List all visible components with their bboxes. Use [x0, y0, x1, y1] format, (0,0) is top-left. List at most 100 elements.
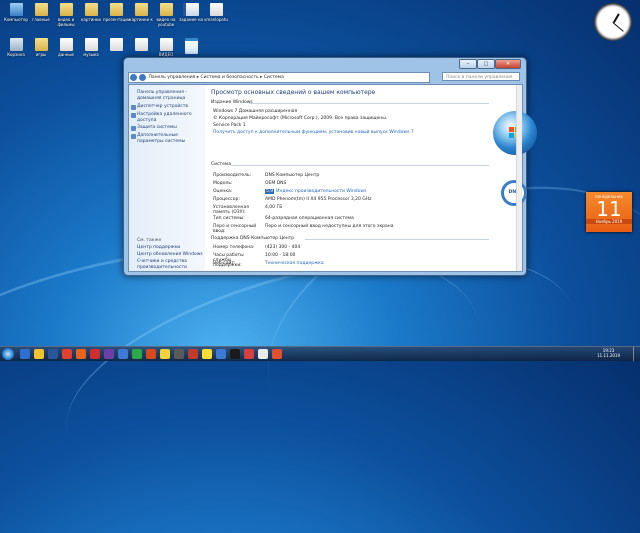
recycle-bin-icon — [9, 38, 23, 51]
forward-arrow-icon[interactable] — [139, 74, 146, 81]
desktop-icon[interactable]: данные — [53, 38, 79, 57]
taskbar-app-icon[interactable] — [202, 349, 212, 359]
desktop-icon[interactable]: ВИДЕО — [153, 38, 179, 57]
start-button[interactable] — [2, 348, 14, 360]
desktop-icon[interactable]: музыка — [78, 38, 104, 57]
system-value: DNS Компьютер Центр — [265, 173, 320, 178]
desktop-icon[interactable]: Компьютер — [3, 3, 29, 22]
copyright: © Корпорация Майкрософт (Microsoft Corp.… — [213, 116, 388, 121]
taskbar-app-icon[interactable] — [272, 349, 282, 359]
desktop-icon[interactable]: видео на youtube — [153, 3, 179, 27]
search-input[interactable]: Поиск в панели управления — [442, 72, 520, 81]
desktop-icon[interactable] — [103, 38, 129, 52]
desktop-icon[interactable]: vmanlopatu — [203, 3, 229, 22]
system-heading: Система — [211, 162, 232, 167]
clock-minute-hand — [612, 22, 624, 32]
file-icon — [184, 38, 198, 54]
folder-icon — [159, 3, 173, 16]
desktop-icon-label: данные — [57, 52, 75, 57]
desktop-icon[interactable] — [178, 38, 204, 55]
taskbar-app-icon[interactable] — [188, 349, 198, 359]
see-also-windows-update[interactable]: Центр обновления Windows — [137, 252, 203, 257]
sidebar-item-device-manager[interactable]: Диспетчер устройств — [137, 104, 188, 109]
folder-icon — [34, 3, 48, 16]
divider — [231, 165, 489, 166]
close-button[interactable]: ✕ — [495, 59, 521, 69]
taskbar-app-icon[interactable] — [160, 349, 170, 359]
taskbar-app-icon[interactable] — [216, 349, 226, 359]
sidebar-item-advanced[interactable]: Дополнительные параметры системы — [137, 133, 201, 145]
scrollbar[interactable] — [516, 85, 522, 271]
divider — [249, 103, 489, 104]
desktop-icon[interactable]: презентации — [103, 3, 131, 22]
system-label: Оценка: — [213, 189, 233, 194]
system-value: OEM DNS — [265, 181, 287, 186]
desktop-icon[interactable]: главные — [28, 3, 54, 22]
sidebar-home-link[interactable]: Панель управления - домашняя страница — [137, 90, 201, 102]
show-desktop-button[interactable] — [633, 347, 640, 361]
desktop-icon-label: музыка — [83, 52, 99, 57]
edition-name: Windows 7 Домашняя расширенная — [213, 109, 298, 114]
minimize-button[interactable]: – — [459, 59, 477, 69]
file-icon — [134, 38, 148, 51]
taskbar-app-icon[interactable] — [244, 349, 254, 359]
file-icon — [159, 38, 173, 51]
desktop-icon[interactable]: картинки к — [128, 3, 154, 22]
taskbar-app-icon[interactable] — [146, 349, 156, 359]
system-window: – □ ✕ Панель управления ▸ Система и безо… — [123, 57, 537, 276]
support-value: 10:00 - 18:00 — [265, 253, 296, 258]
desktop-icon-label: Компьютер — [4, 17, 28, 22]
system-value: AMD Phenom(tm) II X4 955 Processor 3,20 … — [265, 197, 372, 202]
system-value: 64-разрядная операционная система — [265, 216, 354, 221]
support-website-link[interactable]: Техническая поддержка — [265, 261, 324, 266]
taskbar-app-icon[interactable] — [104, 349, 114, 359]
see-also-performance[interactable]: Счетчики и средства производительности — [137, 259, 201, 271]
taskbar-app-icon[interactable] — [48, 349, 58, 359]
taskbar-app-icon[interactable] — [230, 349, 240, 359]
breadcrumb[interactable]: Панель управления ▸ Система и безопаснос… — [148, 75, 283, 80]
taskbar-app-icon[interactable] — [258, 349, 268, 359]
back-arrow-icon[interactable] — [130, 74, 137, 81]
tray-clock[interactable]: 19:23 11.11.2019 — [597, 348, 620, 358]
folder-icon — [34, 38, 48, 51]
taskbar-app-icon[interactable] — [174, 349, 184, 359]
performance-index-link[interactable]: 5,9 Индекс производительности Windows — [265, 189, 366, 194]
folder-icon — [134, 3, 148, 16]
rating-badge[interactable]: 5,9 — [265, 189, 275, 194]
desktop-icon[interactable]: картинки — [78, 3, 104, 22]
system-label: Процессор: — [213, 197, 240, 202]
desktop-icon[interactable]: Корзина — [3, 38, 29, 57]
desktop-icon-label: картинки — [81, 17, 101, 22]
tray-date: 11.11.2019 — [597, 353, 620, 358]
desktop-icon-label: видео на youtube — [156, 17, 176, 27]
rating-label[interactable]: Индекс производительности Windows — [276, 189, 366, 194]
support-label: Номер телефона: — [213, 245, 255, 250]
shield-icon — [131, 134, 136, 139]
desktop-icon-label: Корзина — [7, 52, 25, 57]
more-features-link[interactable]: Получить доступ к дополнительным функция… — [213, 130, 414, 135]
folder-icon — [59, 3, 73, 16]
desktop-icon[interactable]: задание на — [178, 3, 204, 22]
maximize-button[interactable]: □ — [477, 59, 495, 69]
taskbar-app-icon[interactable] — [62, 349, 72, 359]
taskbar-app-icon[interactable] — [76, 349, 86, 359]
taskbar-app-icon[interactable] — [118, 349, 128, 359]
see-also-action-center[interactable]: Центр поддержки — [137, 245, 180, 250]
file-icon — [209, 3, 223, 16]
clock-gadget[interactable] — [594, 3, 632, 41]
sidebar-item-remote[interactable]: Настройка удаленного доступа — [137, 112, 201, 124]
address-bar[interactable]: Панель управления ▸ Система и безопаснос… — [128, 72, 430, 83]
computer-icon — [9, 3, 23, 16]
taskbar-app-icon[interactable] — [20, 349, 30, 359]
system-label: Перо и сенсорный ввод: — [213, 224, 257, 234]
taskbar-app-icon[interactable] — [132, 349, 142, 359]
sidebar-item-protection[interactable]: Защита системы — [137, 125, 177, 130]
desktop-icon[interactable]: игры — [28, 38, 54, 57]
system-value: 4,00 ГБ — [265, 205, 283, 210]
desktop-icon[interactable] — [128, 38, 154, 52]
calendar-month-year: Ноябрь 2019 — [586, 219, 632, 224]
taskbar-app-icon[interactable] — [34, 349, 44, 359]
taskbar-app-icon[interactable] — [90, 349, 100, 359]
desktop-icon[interactable]: видео и фильмы — [53, 3, 79, 27]
calendar-gadget[interactable]: понедельник 11 Ноябрь 2019 — [586, 192, 632, 232]
